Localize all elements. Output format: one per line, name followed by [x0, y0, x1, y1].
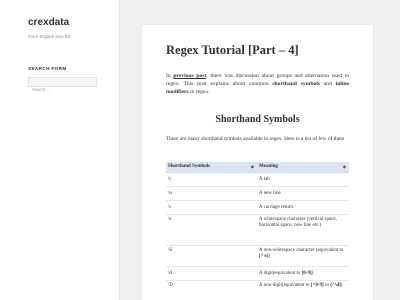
symbol-cell: \D [166, 280, 257, 300]
meaning-cell: A digit(equivalent to [0-9]) [257, 266, 349, 281]
table-row: \D A non-digit(equivalent to [^0-9] or [… [166, 280, 349, 300]
meaning-cell: A new line [257, 186, 349, 201]
column-header-symbols[interactable]: Shorthand Symbols ◆ [166, 162, 257, 173]
site-title[interactable]: crexdata [28, 17, 69, 28]
search-form-title: SEARCH FORM [28, 66, 67, 71]
meaning-text: A non-whitespace character (equivalent t… [259, 247, 344, 253]
article-card: Regex Tutorial [Part – 4] In previous po… [142, 25, 373, 300]
column-header-meaning[interactable]: Meaning ◆ [257, 162, 349, 173]
symbol-cell: \d [166, 266, 257, 281]
sidebar-divider [119, 0, 120, 300]
column-header-label: Shorthand Symbols [168, 164, 211, 170]
article-intro: In previous post, there was discussion a… [166, 72, 349, 97]
symbol-cell: \r [166, 200, 257, 215]
table-row: \s A whitespace character (vertical spac… [166, 214, 349, 246]
sort-icon[interactable]: ◆ [343, 164, 346, 169]
meaning-text: A non-digit(equivalent to [259, 282, 311, 288]
table-row: \d A digit(equivalent to [0-9]) [166, 266, 349, 281]
table-row: \r A carriage return [166, 200, 349, 215]
symbol-cell: \S [166, 245, 257, 267]
meaning-text: ) [340, 282, 343, 288]
previous-post-link[interactable]: previous post [173, 73, 206, 79]
meaning-code: [0-9] [301, 270, 312, 276]
meaning-code: [^\d] [330, 282, 341, 288]
meaning-text: ) [268, 254, 271, 260]
search-input[interactable] [29, 85, 96, 94]
meaning-text: ) [311, 270, 314, 276]
table-row: \t A tab [166, 172, 349, 187]
symbol-cell: \n [166, 186, 257, 201]
table-row: \S A non-whitespace character (equivalen… [166, 245, 349, 267]
intro-bold-shorthand: shorthand symbols [272, 81, 320, 88]
sidebar: crexdata more English less BS SEARCH FOR… [0, 0, 119, 300]
meaning-cell: A non-whitespace character (equivalent t… [257, 245, 349, 267]
meaning-cell: A whitespace character (vertical space, … [257, 214, 349, 246]
meaning-cell: A carriage return [257, 200, 349, 215]
symbol-cell: \t [166, 172, 257, 187]
section-title: Shorthand Symbols [215, 114, 300, 125]
table-header-row: Shorthand Symbols ◆ Meaning ◆ [166, 162, 349, 173]
section-lead: There are many shorthand symbols availab… [166, 136, 345, 142]
meaning-code: [^\s] [259, 254, 269, 260]
column-header-label: Meaning [259, 164, 278, 170]
meaning-text: A digit(equivalent to [259, 270, 302, 276]
meaning-cell: A tab [257, 172, 349, 187]
search-box[interactable] [28, 77, 97, 94]
intro-text: and [319, 81, 336, 88]
meaning-cell: A non-digit(equivalent to [^0-9] or [^\d… [257, 280, 349, 300]
meaning-code: [^0-9] [310, 282, 324, 288]
shorthand-table: Shorthand Symbols ◆ Meaning ◆ \t A tab \n … [166, 162, 349, 300]
table-row: \n A new line [166, 186, 349, 201]
intro-text: in regex. [188, 89, 210, 96]
sort-icon[interactable]: ◆ [251, 164, 254, 169]
site-description: more English less BS [28, 34, 71, 39]
symbol-cell: \s [166, 214, 257, 246]
article-title: Regex Tutorial [Part – 4] [166, 43, 299, 57]
